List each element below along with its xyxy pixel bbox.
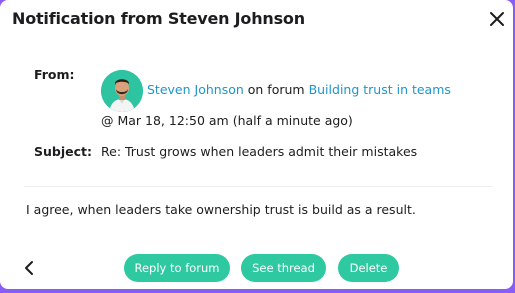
reply-to-forum-button[interactable]: Reply to forum bbox=[124, 254, 230, 282]
message-body: I agree, when leaders take ownership tru… bbox=[26, 202, 416, 217]
delete-button[interactable]: Delete bbox=[338, 254, 399, 282]
avatar[interactable] bbox=[101, 70, 143, 112]
notification-dialog: Notification from Steven Johnson From: S… bbox=[0, 0, 513, 289]
subject-value: Re: Trust grows when leaders admit their… bbox=[101, 144, 418, 159]
dialog-title: Notification from Steven Johnson bbox=[12, 9, 305, 28]
forum-link[interactable]: Building trust in teams bbox=[309, 82, 451, 97]
see-thread-button[interactable]: See thread bbox=[241, 254, 326, 282]
sender-link[interactable]: Steven Johnson bbox=[147, 82, 244, 97]
from-line: Steven Johnson on forum Building trust i… bbox=[147, 82, 451, 97]
from-label: From: bbox=[34, 67, 75, 82]
on-forum-text: on forum bbox=[243, 82, 309, 97]
close-icon[interactable] bbox=[486, 8, 508, 30]
divider bbox=[24, 186, 492, 187]
chevron-left-icon[interactable] bbox=[20, 258, 38, 278]
timestamp: @ Mar 18, 12:50 am (half a minute ago) bbox=[101, 113, 353, 128]
subject-label: Subject: bbox=[34, 144, 92, 159]
